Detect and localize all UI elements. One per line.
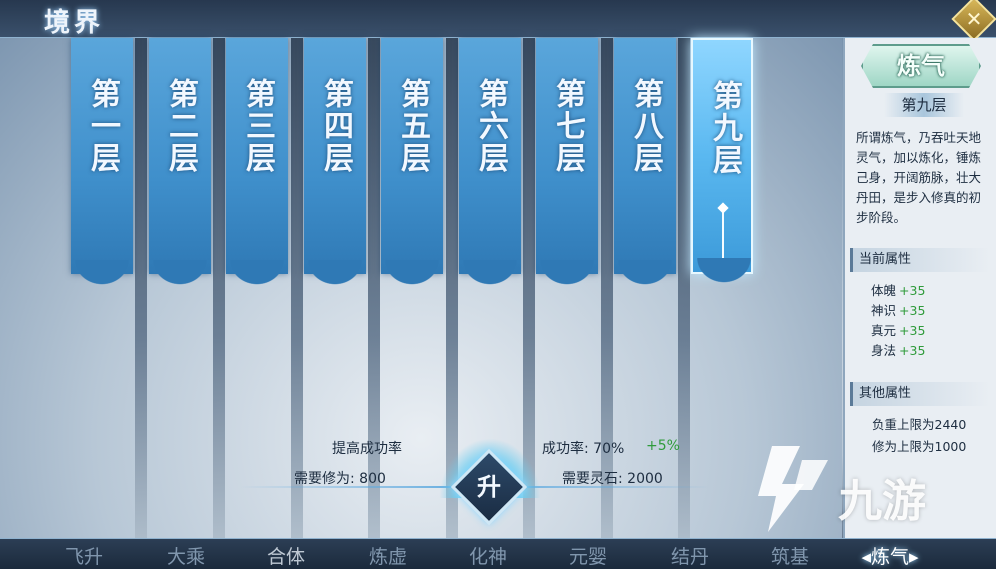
tab-jiedan[interactable]: 结丹 <box>650 542 730 569</box>
pillar-divider <box>678 38 690 538</box>
tier-label: 第六层 <box>473 78 508 174</box>
tier-label: 第九层 <box>707 80 742 176</box>
improve-success-link[interactable]: 提高成功率 <box>332 438 402 458</box>
pillar-divider <box>291 38 303 538</box>
attr-value: +35 <box>899 323 926 338</box>
tab-lianqi[interactable]: ◂炼气▸ <box>850 542 930 569</box>
attr-name: 身法 <box>871 343 897 358</box>
attr-row: 身法 +35 <box>871 340 925 359</box>
other-attrs-heading: 其他属性 <box>850 382 990 406</box>
tier-banner-5[interactable]: 第五层 <box>381 38 443 288</box>
tier-banner-7[interactable]: 第七层 <box>536 38 598 288</box>
tier-banner-8[interactable]: 第八层 <box>614 38 676 288</box>
pillar-divider <box>601 38 613 538</box>
pillar-divider <box>213 38 225 538</box>
upgrade-button-label[interactable]: 升 <box>462 460 516 514</box>
close-x-icon[interactable]: ✕ <box>960 5 988 33</box>
tier-banner-1[interactable]: 第一层 <box>71 38 133 288</box>
required-spirit-stone: 需要灵石: 2000 <box>562 471 663 487</box>
attr-value: +35 <box>899 343 926 358</box>
attr-value: +35 <box>899 303 926 318</box>
tier-banner-9-selected[interactable]: 第九层 <box>691 38 755 286</box>
tier-label: 第四层 <box>318 78 353 174</box>
realm-name-badge: 炼气 <box>861 44 981 88</box>
tier-label: 第五层 <box>395 78 430 174</box>
attr-name: 神识 <box>871 303 897 318</box>
tier-label: 第七层 <box>550 78 585 174</box>
tab-active-right-icon: ▸ <box>909 546 919 568</box>
tier-banner-6[interactable]: 第六层 <box>459 38 521 288</box>
success-rate: 成功率: 70% <box>542 441 625 457</box>
other-attr: 负重上限为2440 <box>872 417 967 432</box>
page-title: 境界 <box>44 8 105 38</box>
tab-huashen[interactable]: 化神 <box>448 542 528 569</box>
tier-banner-2[interactable]: 第二层 <box>149 38 211 288</box>
tab-lianqi-label: 炼气 <box>870 546 909 568</box>
attr-name: 体魄 <box>871 283 897 298</box>
realm-name: 炼气 <box>897 51 945 80</box>
success-bonus: +5% <box>646 438 680 454</box>
required-cultivation: 需要修为: 800 <box>294 471 386 487</box>
current-attrs-heading: 当前属性 <box>850 248 990 272</box>
tab-lianxu[interactable]: 炼虚 <box>348 542 428 569</box>
pillar-divider <box>368 38 380 538</box>
tier-label: 第八层 <box>628 78 663 174</box>
tier-banner-3[interactable]: 第三层 <box>226 38 288 288</box>
attr-value: +35 <box>899 283 926 298</box>
jiuyou-logo-icon <box>758 446 828 532</box>
pillar-divider <box>135 38 147 538</box>
watermark-text: 九游 <box>838 476 926 527</box>
tier-label: 第一层 <box>85 78 120 174</box>
other-attr: 修为上限为1000 <box>872 439 967 454</box>
realm-description: 所谓炼气，乃吞吐天地灵气，加以炼化，锤炼己身，开阔筋脉，壮大丹田，是步入修真的初… <box>856 130 982 225</box>
tab-feisheng[interactable]: 飞升 <box>44 542 124 569</box>
tier-label: 第二层 <box>163 78 198 174</box>
top-bar <box>0 0 996 38</box>
attr-row: 体魄 +35 <box>871 280 925 299</box>
tier-label: 第三层 <box>240 78 275 174</box>
tab-zhuji[interactable]: 筑基 <box>750 542 830 569</box>
tier-banner-4[interactable]: 第四层 <box>304 38 366 288</box>
tab-dacheng[interactable]: 大乘 <box>146 542 226 569</box>
tab-yuanying[interactable]: 元婴 <box>548 542 628 569</box>
tab-active-left-icon: ◂ <box>861 546 871 568</box>
current-layer: 第九层 <box>884 93 964 117</box>
tab-heti[interactable]: 合体 <box>246 542 326 569</box>
attr-row: 神识 +35 <box>871 300 925 319</box>
selected-marker-icon <box>722 208 724 263</box>
attr-row: 真元 +35 <box>871 320 925 339</box>
attr-name: 真元 <box>871 323 897 338</box>
